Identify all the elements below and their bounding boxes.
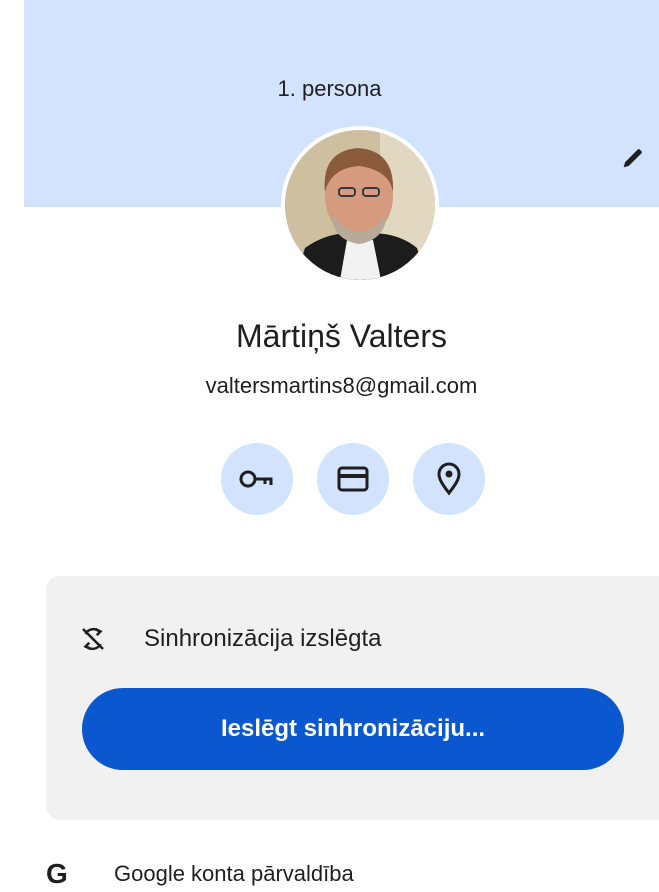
- addresses-button[interactable]: [413, 443, 485, 515]
- sync-card: Sinhronizācija izslēgta Ieslēgt sinhroni…: [46, 576, 659, 820]
- user-email: valtersmartins8@gmail.com: [205, 373, 478, 398]
- credit-card-icon: [337, 466, 369, 492]
- quick-actions: [221, 443, 485, 515]
- edit-profile-button[interactable]: [613, 138, 653, 178]
- payment-methods-button[interactable]: [317, 443, 389, 515]
- sync-status-label: Sinhronizācija izslēgta: [144, 625, 382, 652]
- manage-google-account-label: Google konta pārvaldība: [114, 861, 354, 886]
- manage-google-account-link[interactable]: G Google konta pārvaldība: [46, 860, 354, 888]
- key-icon: [239, 470, 273, 488]
- user-name: Mārtiņš Valters: [235, 318, 447, 354]
- avatar[interactable]: [281, 126, 439, 284]
- turn-on-sync-button[interactable]: Ieslēgt sinhronizāciju...: [82, 688, 624, 770]
- profile-panel: 1. persona Mārtiņš Valters valtersmartin…: [0, 0, 659, 892]
- user-photo: [285, 130, 435, 280]
- sync-off-icon: [82, 627, 104, 651]
- sync-status: Sinhronizācija izslēgta: [78, 624, 381, 654]
- passwords-button[interactable]: [221, 443, 293, 515]
- pencil-icon: [623, 149, 642, 168]
- profile-title: 1. persona: [277, 76, 382, 101]
- location-pin-icon: [437, 462, 461, 496]
- google-logo-icon: G: [46, 858, 68, 889]
